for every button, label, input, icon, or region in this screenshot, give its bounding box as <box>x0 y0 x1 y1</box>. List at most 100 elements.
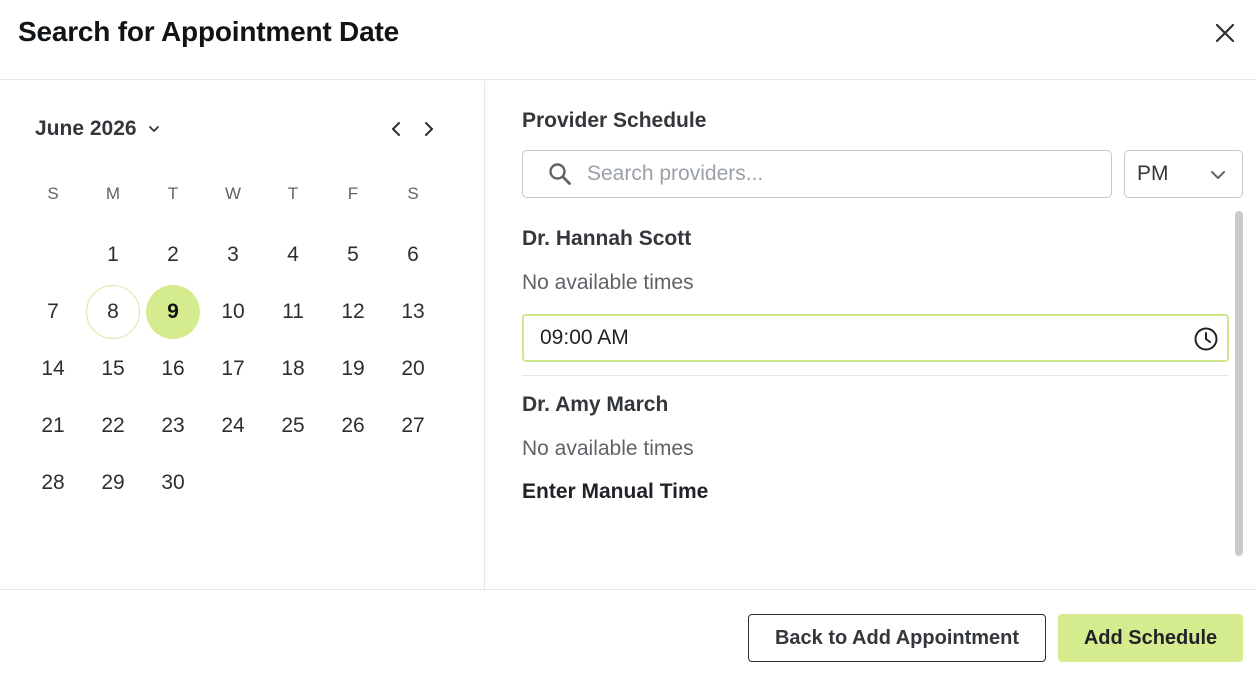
appointment-date-dialog: Search for Appointment Date June 2026 S … <box>0 0 1256 674</box>
calendar-day-number: 25 <box>281 413 305 437</box>
calendar-day-number: 1 <box>107 242 119 266</box>
calendar-day[interactable]: 16 <box>143 342 203 396</box>
provider-availability: No available times <box>522 437 694 460</box>
calendar-day[interactable]: 6 <box>383 228 443 282</box>
chevron-down-icon <box>148 126 159 132</box>
weekday-label: S <box>47 184 59 203</box>
provider-list: Dr. Hannah Scott No available times 09:0… <box>522 211 1230 571</box>
close-icon <box>1215 23 1235 43</box>
calendar-week: 21 22 23 24 25 26 27 <box>23 397 443 454</box>
time-input[interactable]: 09:00 AM <box>522 314 1229 362</box>
calendar-day[interactable]: 7 <box>23 285 83 339</box>
back-to-add-appointment-button[interactable]: Back to Add Appointment <box>748 614 1046 662</box>
calendar-day-number: 21 <box>41 413 65 437</box>
calendar-empty-cell <box>203 456 263 510</box>
enter-manual-time-link[interactable]: Enter Manual Time <box>522 480 708 504</box>
calendar-day[interactable]: 18 <box>263 342 323 396</box>
add-schedule-button[interactable]: Add Schedule <box>1058 614 1243 662</box>
calendar-day[interactable]: 26 <box>323 399 383 453</box>
calendar-day[interactable]: 2 <box>143 228 203 282</box>
calendar-day-number: 13 <box>401 299 425 323</box>
dialog-title: Search for Appointment Date <box>18 16 399 47</box>
previous-month-button[interactable] <box>386 119 406 139</box>
calendar-day[interactable]: 14 <box>23 342 83 396</box>
calendar-day-number: 29 <box>101 470 125 494</box>
calendar-day[interactable]: 1 <box>83 228 143 282</box>
chevron-right-icon <box>425 122 433 136</box>
provider-item: Dr. Amy March No available times <box>522 393 694 461</box>
calendar-day[interactable]: 22 <box>83 399 143 453</box>
calendar-day[interactable]: 13 <box>383 285 443 339</box>
calendar-day[interactable]: 17 <box>203 342 263 396</box>
calendar-day[interactable]: 10 <box>203 285 263 339</box>
calendar-day-number: 8 <box>86 284 140 339</box>
calendar-grid: 1 2 3 4 5 6 7 8 9 10 11 12 13 14 15 16 17 18 19 20 21 22 23 24 2… <box>23 226 443 511</box>
calendar-day[interactable]: 23 <box>143 399 203 453</box>
calendar-day-number: 26 <box>341 413 365 437</box>
close-button[interactable] <box>1212 20 1238 46</box>
calendar-day-number: 9 <box>146 284 200 339</box>
weekday-label: M <box>105 184 121 203</box>
calendar-day-number: 24 <box>221 413 245 437</box>
month-selector[interactable]: June 2026 <box>35 117 161 141</box>
period-select[interactable]: PM <box>1124 150 1243 198</box>
calendar-day[interactable]: 28 <box>23 456 83 510</box>
calendar-day[interactable]: 29 <box>83 456 143 510</box>
calendar-day[interactable]: 11 <box>263 285 323 339</box>
dialog-footer: Back to Add Appointment Add Schedule <box>0 589 1256 674</box>
provider-search-box[interactable] <box>522 150 1112 198</box>
calendar-day[interactable]: 21 <box>23 399 83 453</box>
weekday-label: T <box>287 184 299 203</box>
calendar-day[interactable]: 4 <box>263 228 323 282</box>
provider-availability: No available times <box>522 271 694 294</box>
period-value: PM <box>1137 162 1169 185</box>
calendar-day[interactable]: 27 <box>383 399 443 453</box>
calendar-empty-cell <box>323 456 383 510</box>
calendar-day[interactable]: 15 <box>83 342 143 396</box>
calendar-day[interactable]: 20 <box>383 342 443 396</box>
calendar-empty-cell <box>263 456 323 510</box>
calendar-day-number: 19 <box>341 356 365 380</box>
calendar-week: 28 29 30 <box>23 454 443 511</box>
calendar-day-number: 5 <box>347 242 359 266</box>
scrollbar[interactable] <box>1235 211 1243 556</box>
calendar-day[interactable]: 3 <box>203 228 263 282</box>
calendar-day-number: 4 <box>287 242 299 266</box>
calendar-day-number: 11 <box>282 299 304 323</box>
weekday-header: S M T W T F S <box>23 184 443 204</box>
provider-name: Dr. Hannah Scott <box>522 227 692 250</box>
calendar-day-number: 3 <box>227 242 239 266</box>
calendar-day-number: 10 <box>221 299 245 323</box>
calendar-day[interactable]: 8 <box>83 284 143 339</box>
calendar-empty-cell <box>23 228 83 282</box>
calendar-week: 7 8 9 10 11 12 13 <box>23 283 443 340</box>
next-month-button[interactable] <box>419 119 439 139</box>
section-title: Provider Schedule <box>522 109 707 132</box>
calendar-day[interactable]: 30 <box>143 456 203 510</box>
calendar-day-number: 30 <box>161 470 185 494</box>
provider-search-input[interactable] <box>587 162 1087 186</box>
calendar-day[interactable]: 19 <box>323 342 383 396</box>
provider-name: Dr. Amy March <box>522 393 669 416</box>
dialog-body: June 2026 S M T W T F S 1 2 3 4 5 6 7 8 … <box>0 81 1256 589</box>
calendar-day-number: 22 <box>101 413 125 437</box>
calendar-day-number: 20 <box>401 356 425 380</box>
calendar-day-number: 23 <box>161 413 185 437</box>
calendar-day-selected[interactable]: 9 <box>143 284 203 339</box>
calendar-day[interactable]: 12 <box>323 285 383 339</box>
calendar-day-number: 7 <box>47 299 59 323</box>
calendar-day[interactable]: 24 <box>203 399 263 453</box>
calendar-day-number: 15 <box>101 356 125 380</box>
calendar-panel: June 2026 S M T W T F S 1 2 3 4 5 6 7 8 … <box>0 81 485 589</box>
calendar-day[interactable]: 25 <box>263 399 323 453</box>
chevron-left-icon <box>392 122 400 136</box>
month-label: June 2026 <box>35 117 137 140</box>
calendar-week: 14 15 16 17 18 19 20 <box>23 340 443 397</box>
calendar-day-number: 18 <box>281 356 305 380</box>
dialog-header: Search for Appointment Date <box>0 0 1256 80</box>
divider <box>522 375 1229 376</box>
clock-icon[interactable] <box>1193 326 1219 352</box>
calendar-day-number: 14 <box>41 356 65 380</box>
calendar-day[interactable]: 5 <box>323 228 383 282</box>
weekday-label: S <box>407 184 419 203</box>
